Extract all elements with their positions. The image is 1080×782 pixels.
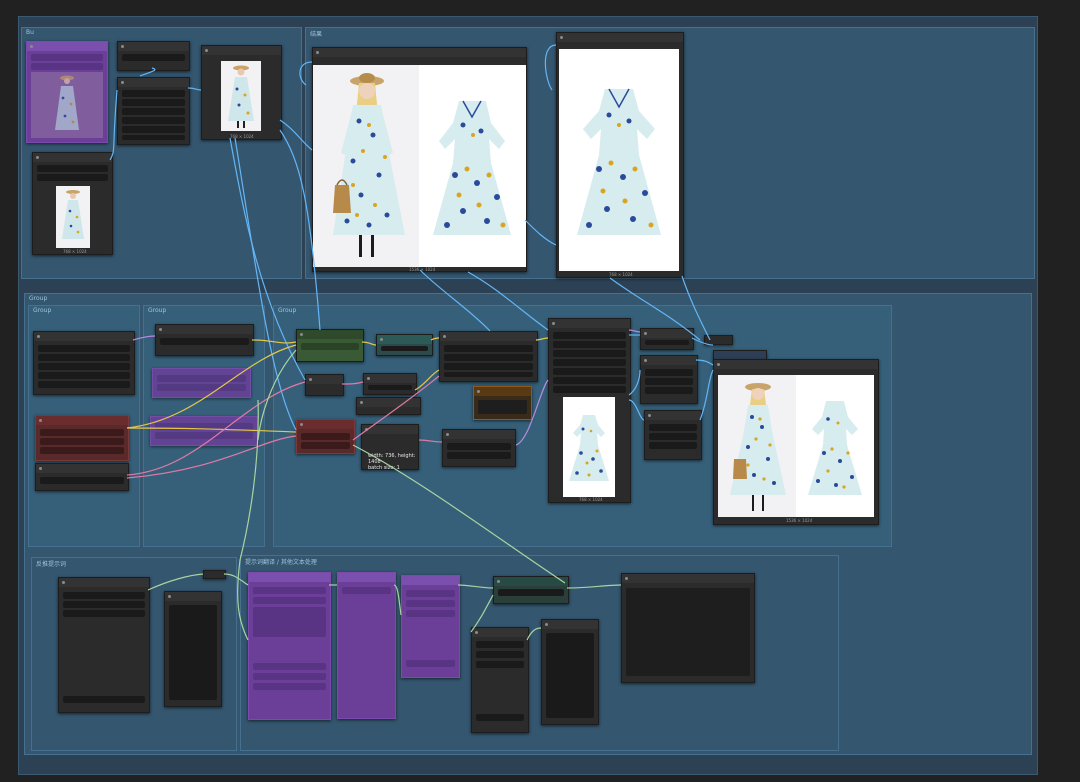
conditioning-wire — [147, 573, 204, 591]
model-wire — [628, 329, 641, 333]
clip-wire — [361, 341, 377, 346]
image-wire — [234, 137, 297, 431]
model-wire — [418, 439, 443, 443]
image-wire — [515, 379, 549, 446]
image-wire — [139, 67, 156, 77]
conditioning-wire — [470, 594, 494, 633]
image-wire — [524, 219, 557, 246]
clip-wire — [251, 339, 297, 344]
model-wire — [352, 375, 440, 441]
image-wire — [279, 129, 321, 331]
conditioning-wire — [237, 399, 259, 641]
model-wire — [126, 435, 297, 479]
image-wire — [628, 399, 645, 421]
clip-wire — [430, 337, 440, 341]
image-wire — [681, 275, 711, 341]
clip-wire — [535, 337, 549, 341]
image-wire — [109, 89, 118, 161]
conditioning-wire — [526, 627, 542, 641]
image-wire — [187, 87, 202, 91]
image-wire — [695, 359, 714, 366]
clip-wire — [126, 344, 297, 429]
model-wire — [132, 335, 156, 341]
conditioning-wire — [566, 584, 622, 589]
image-wire — [544, 44, 557, 91]
node-graph-canvas[interactable]: Bu 768 × 1024 768 × 1024 结果 1536 × 1024 … — [0, 0, 1080, 782]
model-wire — [341, 381, 364, 385]
clip-wire — [126, 427, 297, 433]
image-wire — [628, 369, 641, 396]
conditioning-wire — [352, 444, 566, 584]
image-wire — [279, 119, 313, 151]
connection-wires — [109, 44, 714, 641]
image-wire — [699, 369, 714, 421]
conditioning-wire — [223, 573, 249, 586]
conditioning-wire — [393, 584, 402, 616]
image-wire — [299, 61, 313, 86]
conditioning-wire — [257, 349, 297, 441]
conditioning-wire — [457, 584, 494, 589]
clip-wire — [414, 369, 440, 391]
